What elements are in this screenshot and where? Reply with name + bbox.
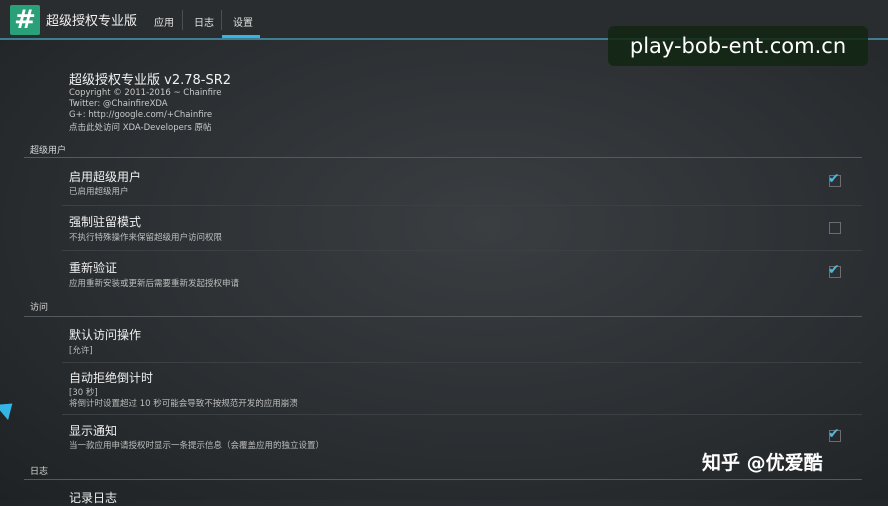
section-divider [24,157,862,158]
pref-subtitle: 不执行特殊操作来保留超级用户访问权限 [69,233,223,243]
item-divider [62,362,862,363]
pref-subtitle: [允许] [69,346,93,356]
section-header-log: 日志 [30,467,49,477]
checkmark-icon: ✔ [828,171,840,187]
pref-subtitle: 已启用超级用户 [69,187,129,197]
section-divider [24,316,862,317]
section-divider [24,479,862,480]
checkmark-icon: ✔ [828,426,840,442]
tab-settings[interactable]: 设置 [233,14,253,29]
about-copyright: Copyright © 2011-2016 ~ Chainfire [69,88,222,98]
tab-apps[interactable]: 应用 [154,14,174,29]
about-xda-link[interactable]: 点击此处访问 XDA-Developers 原帖 [69,121,211,133]
tab-separator [182,10,183,30]
about-gplus: G+: http://google.com/+Chainfire [69,110,213,120]
pref-title: 强制驻留模式 [69,215,142,229]
tab-logs[interactable]: 日志 [194,14,214,29]
pref-title: 显示通知 [69,424,118,438]
app-hash-icon[interactable]: # [10,5,40,35]
section-header-superuser: 超级用户 [30,146,67,156]
checkmark-icon: ✔ [828,262,840,278]
pref-subtitle: 应用重新安装或更新后需要重新发起授权申请 [69,279,240,289]
pref-title: 重新验证 [69,261,118,275]
tab-separator [221,10,222,30]
about-title: 超级授权专业版 v2.78-SR2 [69,73,232,88]
about-twitter: Twitter: @ChainfireXDA [69,99,168,109]
item-divider [62,250,862,251]
pointer-cursor-icon [0,395,19,421]
pref-title: 默认访问操作 [69,328,142,342]
section-header-access: 访问 [30,303,49,313]
pref-title: 自动拒绝倒计时 [69,371,154,385]
pref-title: 启用超级用户 [69,170,142,184]
app-title: 超级授权专业版 [46,14,138,29]
checkbox-unchecked[interactable] [829,222,841,234]
zhihu-watermark: 知乎 @优爱酷 [702,452,823,474]
item-divider [62,414,862,415]
item-divider [62,205,862,206]
pref-subtitle-warning: 将倒计时设置超过 10 秒可能会导致不按规范开发的应用崩溃 [69,399,298,409]
site-watermark: play-bob-ent.com.cn [608,26,868,66]
pref-title: 记录日志 [69,491,118,505]
active-tab-indicator [222,35,260,38]
pref-subtitle: 当一款应用申请授权时显示一条提示信息（会覆盖应用的独立设置） [69,441,325,451]
